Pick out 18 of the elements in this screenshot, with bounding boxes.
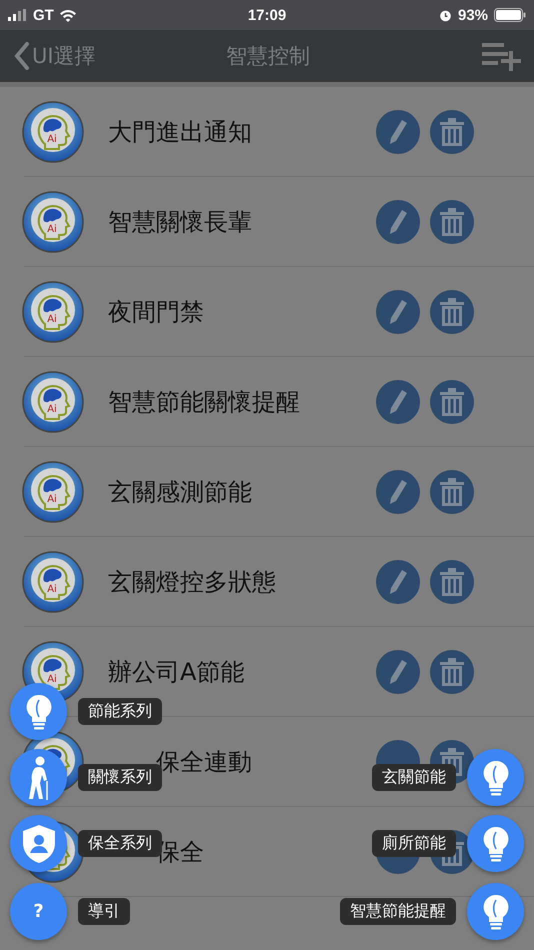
- fab-label-tooltip: 玄關節能: [372, 764, 456, 791]
- fab-label-tooltip: 保全系列: [78, 830, 162, 857]
- question-mark: ?: [33, 901, 44, 922]
- ai-head-logo: Ai: [22, 370, 84, 432]
- battery-percent: 93%: [458, 6, 488, 24]
- ai-head-logo: Ai: [22, 280, 84, 342]
- fab-label-tooltip: 廁所節能: [372, 830, 456, 857]
- carrier-name: GT: [33, 6, 54, 24]
- fab-label-tooltip: 智慧節能提醒: [340, 898, 456, 925]
- ai-head-logo: Ai: [22, 460, 84, 522]
- page-title: 智慧控制: [226, 44, 310, 68]
- ai-head-logo: Ai: [22, 550, 84, 612]
- fab-label-tooltip: 關懷系列: [78, 764, 162, 791]
- clock-time: 17:09: [248, 6, 286, 24]
- ai-head-logo: Ai: [22, 100, 84, 162]
- ai-head-logo: Ai: [22, 190, 84, 252]
- fab-label-tooltip: 節能系列: [78, 698, 162, 725]
- fab-label-tooltip: 導引: [78, 898, 130, 925]
